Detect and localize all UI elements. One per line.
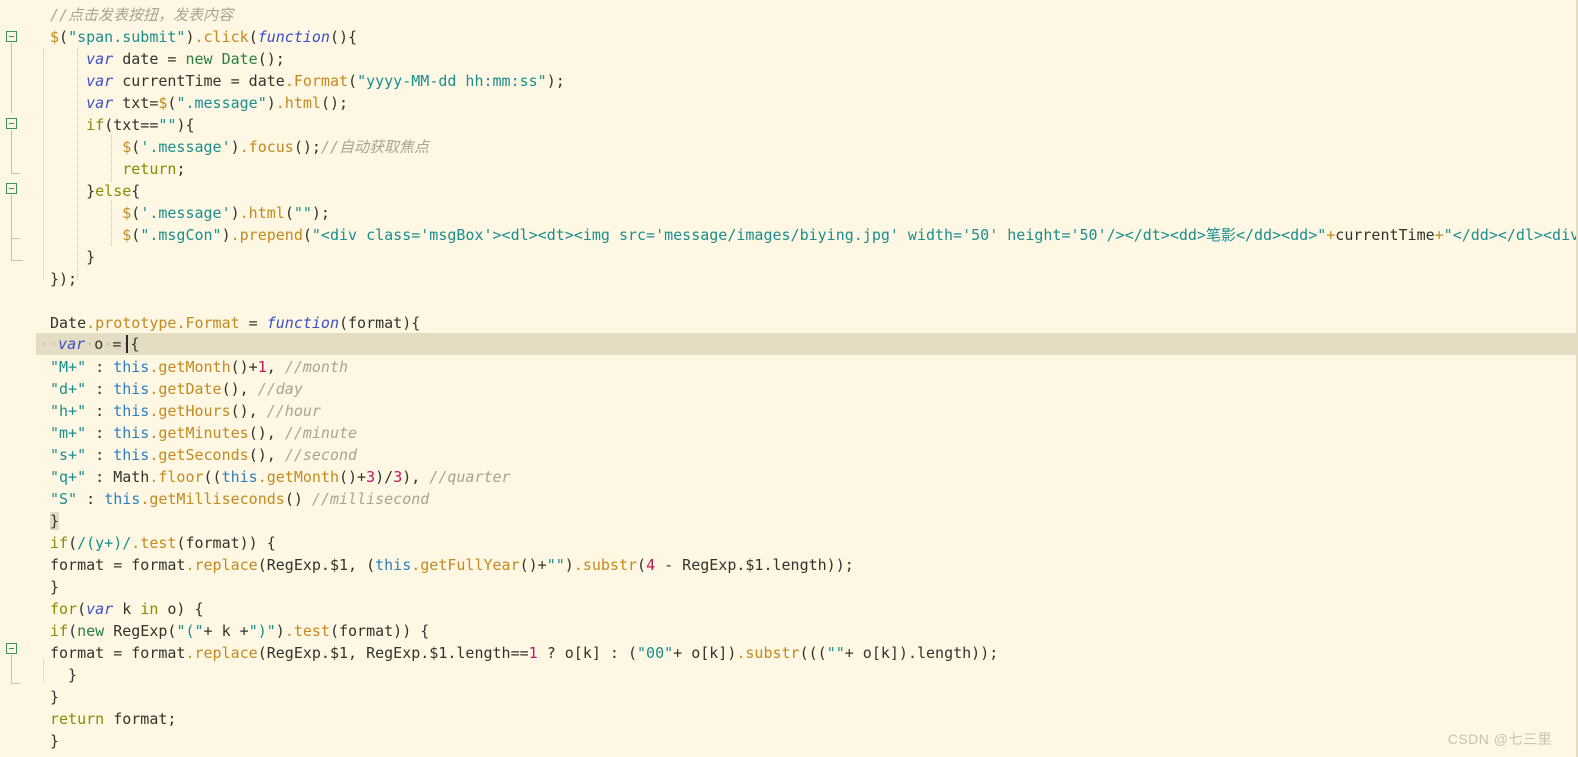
code-line[interactable] [0, 290, 1576, 312]
code-line[interactable]: $(".msgCon").prepend("<div class='msgBox… [0, 224, 1576, 246]
code-line[interactable]: var txt=$(".message").html(); [0, 92, 1576, 114]
code-line[interactable]: Date.prototype.Format = function(format)… [0, 312, 1576, 334]
text-caret [126, 335, 128, 353]
code-line[interactable]: if(new RegExp("("+ k +")").test(format))… [0, 620, 1576, 642]
csdn-watermark: CSDN @七三里 [1447, 731, 1552, 747]
fold-end-tick [11, 238, 20, 239]
fold-marker-format-replace[interactable] [6, 643, 17, 654]
fold-end-tick [11, 683, 20, 684]
fold-marker-else[interactable] [6, 183, 17, 194]
code-line[interactable]: var date = new Date(); [0, 48, 1576, 70]
code-line[interactable]: //点击发表按扭，发表内容 [0, 4, 1576, 26]
code-line[interactable]: "m+" : this.getMinutes(), //minute [0, 422, 1576, 444]
code-line[interactable]: return; [0, 158, 1576, 180]
code-line[interactable]: }); [0, 268, 1576, 290]
code-line[interactable]: "d+" : this.getDate(), //day [0, 378, 1576, 400]
code-editor[interactable]: //点击发表按扭，发表内容 $("span.submit").click(fun… [0, 0, 1578, 757]
code-line[interactable]: } [0, 576, 1576, 598]
code-line[interactable]: } [0, 246, 1576, 268]
fold-guide-line [11, 655, 12, 684]
code-line[interactable]: $('.message').html(""); [0, 202, 1576, 224]
code-line[interactable]: "s+" : this.getSeconds(), //second [0, 444, 1576, 466]
token-comment: //点击发表按扭，发表内容 [50, 6, 234, 24]
code-line[interactable]: var currentTime = date.Format("yyyy-MM-d… [0, 70, 1576, 92]
code-content[interactable]: //点击发表按扭，发表内容 $("span.submit").click(fun… [0, 0, 1576, 757]
code-line[interactable]: "h+" : this.getHours(), //hour [0, 400, 1576, 422]
editor-gutter [0, 0, 36, 757]
code-line[interactable]: if(/(y+)/.test(format)) { [0, 532, 1576, 554]
code-line[interactable]: if(txt==""){ [0, 114, 1576, 136]
code-line[interactable]: }else{ [0, 180, 1576, 202]
code-line[interactable]: } [0, 510, 1576, 532]
fold-guide-line [11, 130, 12, 174]
code-line[interactable]: $("span.submit").click(function(){ [0, 26, 1576, 48]
fold-marker-if-txt[interactable] [6, 118, 17, 129]
code-line[interactable]: format = format.replace(RegExp.$1, (this… [0, 554, 1576, 576]
code-line-current[interactable]: ····var·o·=·{ [0, 333, 1576, 355]
fold-end-tick [11, 260, 23, 261]
code-line[interactable]: "M+" : this.getMonth()+1, //month [0, 356, 1576, 378]
fold-marker-click-handler[interactable] [6, 31, 17, 42]
fold-guide-line [11, 195, 12, 261]
code-line[interactable]: format = format.replace(RegExp.$1, RegEx… [0, 642, 1576, 664]
code-line[interactable]: "q+" : Math.floor((this.getMonth()+3)/3)… [0, 466, 1576, 488]
fold-guide-line [11, 43, 12, 113]
code-line[interactable]: return format; [0, 708, 1576, 730]
code-line[interactable]: } [0, 730, 1576, 752]
code-line[interactable]: } [0, 686, 1576, 708]
code-line[interactable]: "S" : this.getMilliseconds() //milliseco… [0, 488, 1576, 510]
code-line[interactable]: $('.message').focus();//自动获取焦点 [0, 136, 1576, 158]
code-line[interactable]: } [0, 664, 1576, 686]
code-line[interactable]: for(var k in o) { [0, 598, 1576, 620]
fold-end-tick [11, 173, 20, 174]
